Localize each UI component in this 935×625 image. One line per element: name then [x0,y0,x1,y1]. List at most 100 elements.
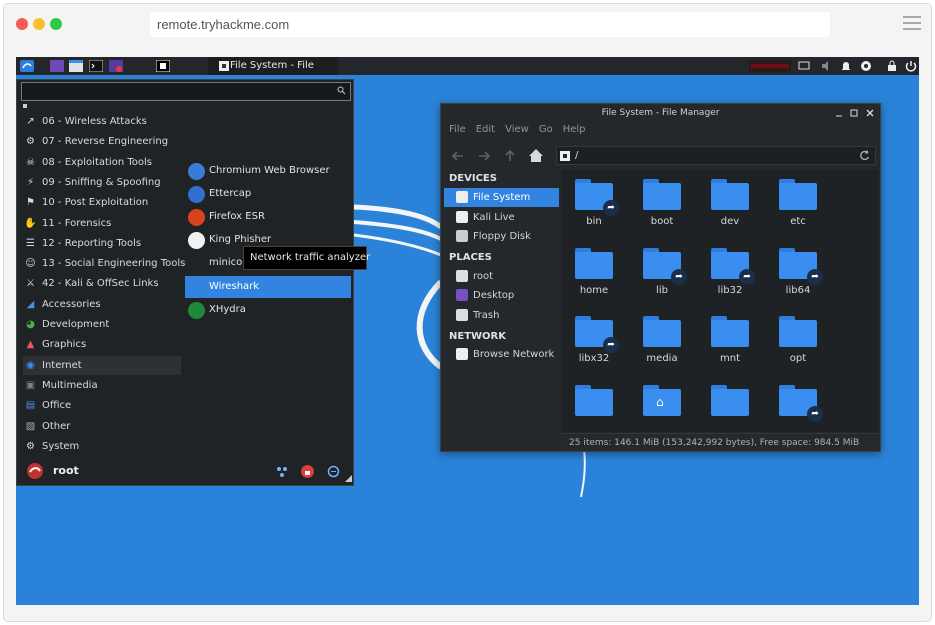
category-label: Multimedia [42,379,98,391]
menu-app-2[interactable]: Firefox ESR [185,206,351,228]
folder-icon [643,320,681,347]
folder-icon [711,183,749,210]
folder-name: boot [650,216,674,227]
close-dot[interactable] [16,18,28,30]
menu-category-2[interactable]: ☠ 08 - Exploitation Tools [23,153,181,172]
menu-category-10[interactable]: ◕ Development [23,315,181,334]
menu-view[interactable]: View [505,124,529,135]
sidebar-item-file-system[interactable]: File System [444,188,559,207]
menu-category-5[interactable]: ✋ 11 - Forensics [23,214,181,233]
notification-bell-icon[interactable] [840,60,852,72]
menu-category-7[interactable]: ☺ 13 - Social Engineering Tools [23,254,185,273]
folder-name: etc [790,216,806,227]
path-text: / [575,150,579,161]
logout-button-icon[interactable] [327,465,340,478]
folder-name: libx32 [578,353,610,364]
folder-item[interactable]: ➦ lib [627,243,687,307]
development-icon: ◕ [26,319,35,330]
folder-item[interactable]: dev [695,174,755,238]
menu-category-13[interactable]: ▣ Multimedia [23,376,181,395]
sidebar-item-trash[interactable]: Trash [444,306,559,325]
folder-item[interactable]: ➦ lib64 [763,243,823,307]
file-grid[interactable]: ➦ bin boot dev etc home ➦ lib ➦ lib32 ➦ lib64 ➦ libx3… [561,170,879,432]
folder-item[interactable]: home [559,243,619,307]
folder-item[interactable]: boot [627,174,687,238]
menu-category-15[interactable]: ▧ Other [23,417,181,436]
menu-search-input[interactable] [21,82,351,101]
home-folder-icon: ⌂ [656,394,664,409]
menu-file[interactable]: File [449,124,466,135]
home-icon[interactable] [528,148,544,163]
files-icon[interactable] [69,60,83,72]
menu-category-4[interactable]: ⚑ 10 - Post Exploitation [23,193,181,212]
reverse-engineering-icon: ⚙ [26,136,35,148]
kali-menu-icon[interactable] [20,60,34,72]
folder-item[interactable]: ➦ lib32 [695,243,755,307]
hamburger-menu-icon[interactable] [903,16,921,32]
menu-category-16[interactable]: ⚙ System [23,437,181,456]
workspace-icon[interactable] [50,60,64,72]
window-app-icon[interactable] [156,60,170,72]
menu-category-14[interactable]: ▤ Office [23,396,181,415]
multimedia-icon: ▣ [25,379,36,391]
up-arrow-icon[interactable] [503,149,517,163]
menu-category-0[interactable]: ↗ 06 - Wireless Attacks [23,112,181,131]
menu-category-8[interactable]: ⚔ 42 - Kali & OffSec Links [23,274,181,293]
folder-item[interactable]: ➦ libx32 [559,311,619,375]
exploitation-icon: ☠ [26,156,35,168]
folder-item[interactable]: mnt [695,311,755,375]
terminal-icon[interactable] [89,60,103,72]
maximize-dot[interactable] [50,18,62,30]
folder-item[interactable]: opt [763,311,823,375]
logout-icon[interactable] [905,60,917,72]
sidebar-item-kali-live[interactable]: Kali Live [444,208,559,227]
settings-manager-icon[interactable] [276,466,288,478]
folder-name: bin [586,216,602,227]
folder-name: mnt [720,353,740,364]
sidebar-item-label: Kali Live [473,212,515,223]
folder-name: lib32 [717,284,743,296]
folder-item[interactable]: media [627,311,687,375]
back-arrow-icon[interactable] [451,149,465,163]
lock-screen-icon[interactable] [886,60,898,72]
display-icon[interactable] [798,60,810,72]
category-label: 11 - Forensics [42,217,112,229]
system-icon: ⚙ [26,440,35,452]
menu-category-9[interactable]: ◢ Accessories [23,295,181,314]
sidebar-item-desktop[interactable]: Desktop [444,286,559,305]
folder-item[interactable]: ➦ bin [559,174,619,238]
menu-category-1[interactable]: ⚙ 07 - Reverse Engineering [23,132,181,151]
sidebar-item-browse-network[interactable]: Browse Network [444,345,559,364]
menu-go[interactable]: Go [539,124,553,135]
sidebar-item-floppy-disk[interactable]: Floppy Disk [444,227,559,246]
menu-app-1[interactable]: Ettercap [185,183,351,205]
menu-app-6[interactable]: XHydra [185,299,351,321]
minimize-dot[interactable] [33,18,45,30]
category-label: Office [42,400,72,412]
browser-app-icon[interactable] [109,60,123,72]
menu-app-0[interactable]: Chromium Web Browser [185,160,351,182]
folder-item[interactable]: etc [763,174,823,238]
folder-home-icon [456,270,468,282]
menu-app-5[interactable]: Wireshark [185,275,351,298]
search-icon [337,86,346,95]
address-bar[interactable]: remote.tryhackme.com [150,12,830,37]
menu-edit[interactable]: Edit [476,124,495,135]
menu-help[interactable]: Help [563,124,586,135]
sidebar-item-root[interactable]: root [444,267,559,286]
category-label: 13 - Social Engineering Tools [42,258,186,270]
menu-category-11[interactable]: ▲ Graphics [23,335,181,354]
menu-category-3[interactable]: ⚡ 09 - Sniffing & Spoofing [23,173,181,192]
application-menu: ↗ 06 - Wireless Attacks ⚙ 07 - Reverse Engi… [16,79,354,486]
lock-icon[interactable] [301,465,314,478]
menu-category-12[interactable]: ◉ Internet [23,355,181,375]
category-label: 08 - Exploitation Tools [42,156,152,168]
volume-icon[interactable] [820,60,832,72]
location-bar[interactable]: / [556,146,876,165]
refresh-icon[interactable] [859,150,870,161]
forward-arrow-icon[interactable] [477,149,491,163]
remote-desktop[interactable]: File System - File Mana ↗ 06 - Wireless A… [16,57,919,605]
resize-grip-icon[interactable] [345,475,352,482]
menu-category-6[interactable]: ☰ 12 - Reporting Tools [23,234,181,253]
power-status-icon[interactable] [860,60,872,72]
